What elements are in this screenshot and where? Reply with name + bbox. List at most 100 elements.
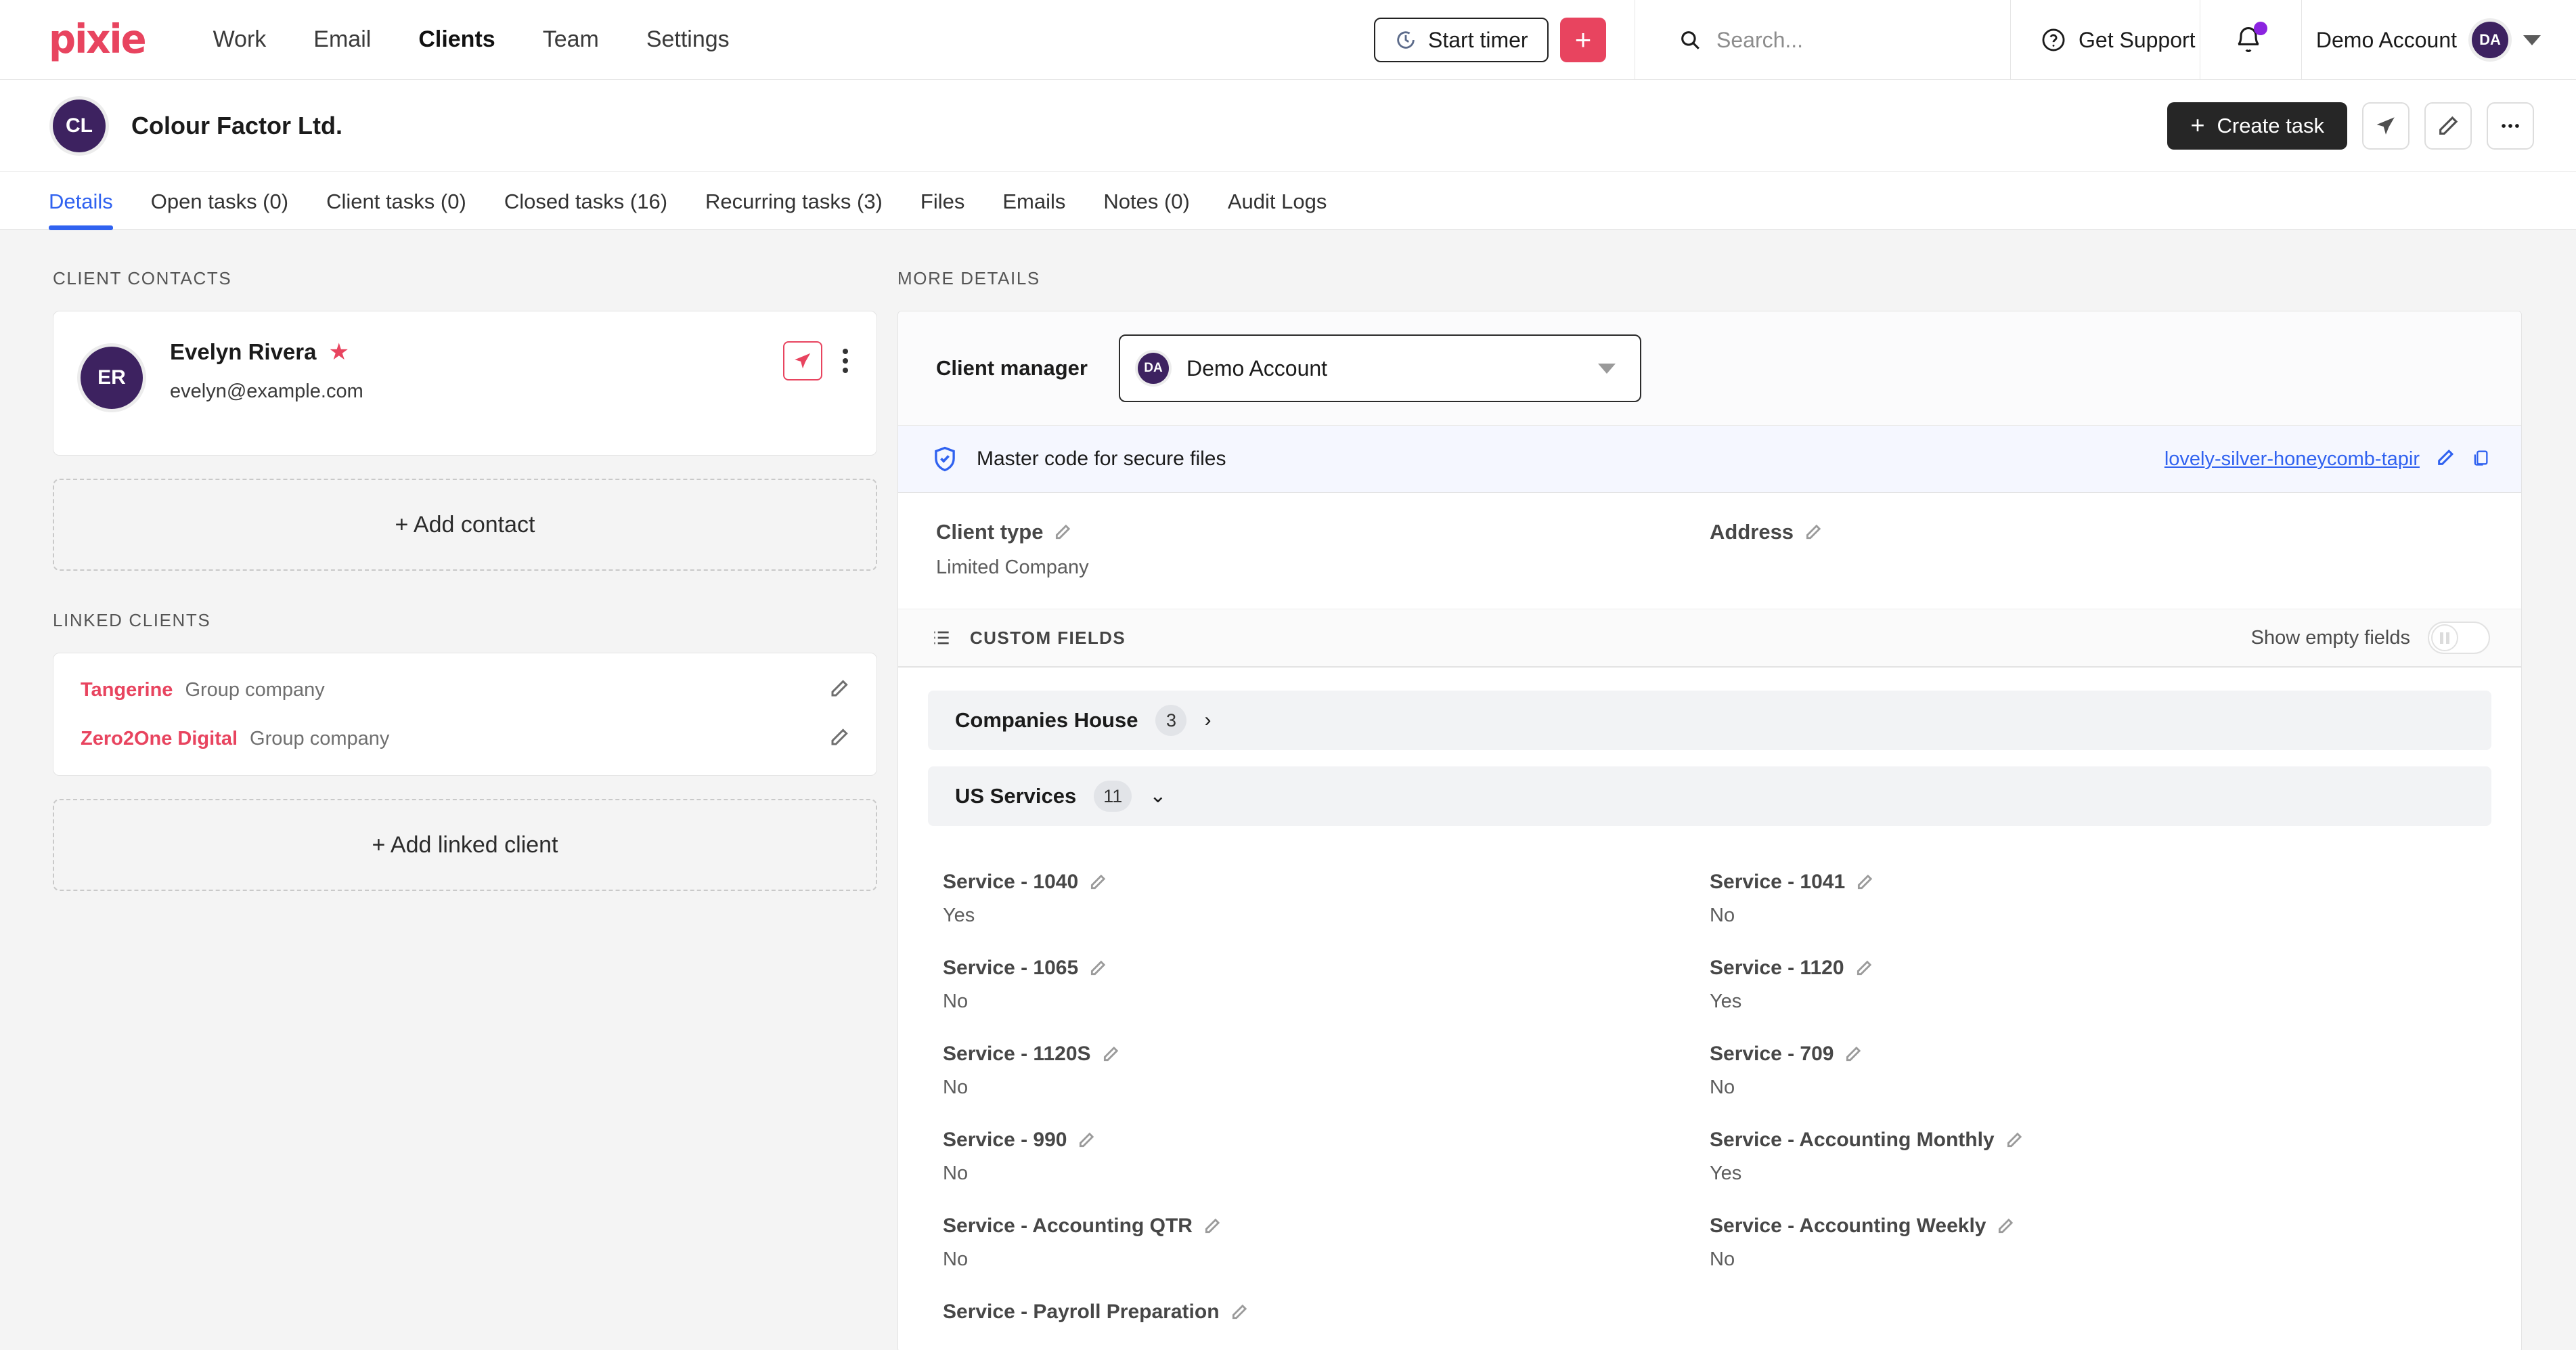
master-code-row: Master code for secure files lovely-silv… [898, 426, 2521, 493]
tab-emails[interactable]: Emails [983, 190, 1084, 229]
more-options-button[interactable] [2487, 102, 2534, 150]
start-timer-label: Start timer [1428, 27, 1528, 52]
field-value: No [1710, 1248, 1735, 1270]
edit-field-button[interactable] [1855, 959, 1873, 977]
tab-client-tasks[interactable]: Client tasks (0) [307, 190, 485, 229]
tab-closed-tasks[interactable]: Closed tasks (16) [485, 190, 686, 229]
linked-client-type: Group company [185, 678, 325, 701]
client-contacts-heading: CLIENT CONTACTS [53, 268, 232, 288]
avatar: DA [2472, 22, 2508, 58]
custom-fields-bar: CUSTOM FIELDS Show empty fields [898, 609, 2521, 668]
field-label: Service - 1120 [1710, 957, 1844, 979]
edit-linked-client-button[interactable] [829, 727, 849, 751]
chevron-down-icon [2523, 35, 2541, 45]
address-label-row: Address [1710, 520, 2483, 544]
master-code-value[interactable]: lovely-silver-honeycomb-tapir [2164, 448, 2420, 471]
edit-address-button[interactable] [1804, 523, 1822, 541]
edit-client-button[interactable] [2424, 102, 2472, 150]
field-head: Service - Accounting Monthly [1710, 1129, 2477, 1152]
search-box[interactable]: Search... [1651, 0, 1803, 80]
custom-field: Service - Payroll Preparation [943, 1288, 1710, 1350]
tab-files[interactable]: Files [902, 190, 983, 229]
edit-master-code-button[interactable] [2436, 448, 2455, 471]
field-label: Service - Accounting QTR [943, 1215, 1193, 1237]
copy-master-code-button[interactable] [2471, 448, 2490, 471]
start-timer-button[interactable]: Start timer [1374, 18, 1549, 62]
edit-field-button[interactable] [1203, 1217, 1221, 1235]
edit-field-button[interactable] [1997, 1217, 2014, 1235]
notifications-button[interactable] [2234, 0, 2267, 80]
field-label: Service - 990 [943, 1129, 1067, 1151]
list-item: Tangerine Group company [81, 666, 849, 714]
field-label: Service - Payroll Preparation [943, 1301, 1220, 1323]
toggle-knob [2431, 624, 2458, 651]
pencil-icon [1232, 1304, 1247, 1320]
pencil-icon [2439, 116, 2458, 135]
linked-clients-heading: LINKED CLIENTS [53, 610, 211, 630]
pixie-logo[interactable]: pixie [49, 16, 147, 62]
pencil-icon [1091, 874, 1106, 890]
edit-client-type-button[interactable] [1054, 523, 1071, 541]
list-icon [934, 631, 949, 645]
dot [843, 358, 848, 364]
custom-field: Service - 1120S No [943, 1030, 1710, 1116]
dot [843, 368, 848, 373]
nav-link-team[interactable]: Team [543, 26, 599, 53]
edit-field-button[interactable] [2005, 1131, 2023, 1149]
create-task-button[interactable]: + Create task [2167, 102, 2347, 150]
contact-name: Evelyn Rivera [170, 339, 317, 364]
us-services-fields-grid: Service - 1040 Yes Service - 1041 No Ser… [928, 842, 2491, 1350]
contact-send-email-button[interactable] [783, 341, 822, 380]
edit-field-button[interactable] [1089, 959, 1107, 977]
get-support-button[interactable]: Get Support [2041, 0, 2196, 80]
nav-link-work[interactable]: Work [213, 26, 267, 53]
edit-field-button[interactable] [1230, 1303, 1248, 1321]
custom-fields-label: CUSTOM FIELDS [970, 627, 1126, 648]
edit-field-button[interactable] [1856, 873, 1873, 891]
send-message-button[interactable] [2362, 102, 2410, 150]
nav-divider-2 [2010, 0, 2011, 80]
account-menu[interactable]: Demo Account DA [2316, 0, 2541, 80]
tab-recurring-tasks[interactable]: Recurring tasks (3) [686, 190, 902, 229]
tab-details[interactable]: Details [49, 190, 132, 230]
add-contact-button[interactable]: + Add contact [53, 479, 877, 571]
edit-field-button[interactable] [1089, 873, 1107, 891]
linked-clients-card: Tangerine Group company Zero2One Digital… [53, 653, 877, 776]
edit-linked-client-button[interactable] [829, 678, 849, 702]
linked-client-name[interactable]: Zero2One Digital [81, 728, 238, 750]
custom-field: Service - 1120 Yes [1710, 944, 2477, 1030]
edit-field-button[interactable] [1844, 1045, 1862, 1063]
address-field: Address [1710, 520, 2483, 579]
pencil-icon [1080, 1132, 1094, 1148]
tab-audit-logs[interactable]: Audit Logs [1209, 190, 1346, 229]
custom-field-group-us-services[interactable]: US Services 11 ⌄ [928, 766, 2491, 826]
master-code-label: Master code for secure files [977, 448, 1226, 470]
page-content: CLIENT CONTACTS ER Evelyn Rivera ★ evely… [0, 230, 2576, 1350]
client-manager-select[interactable]: DA Demo Account [1118, 334, 1641, 402]
nav-link-email[interactable]: Email [313, 26, 371, 53]
group-count-badge: 11 [1094, 781, 1132, 812]
create-task-label: Create task [2217, 113, 2324, 137]
contact-actions [783, 341, 852, 380]
linked-client-name[interactable]: Tangerine [81, 679, 173, 701]
page-title: Colour Factor Ltd. [131, 111, 342, 139]
edit-field-button[interactable] [1102, 1045, 1119, 1063]
field-value: Yes [943, 905, 975, 926]
tab-notes[interactable]: Notes (0) [1084, 190, 1208, 229]
field-head: Service - 1040 [943, 871, 1710, 894]
field-label: Service - 1040 [943, 871, 1079, 893]
show-empty-fields-toggle[interactable] [2428, 622, 2490, 654]
field-value: Yes [1710, 990, 1742, 1012]
nav-link-settings[interactable]: Settings [646, 26, 730, 53]
add-linked-client-button[interactable]: + Add linked client [53, 799, 877, 891]
quick-add-button[interactable]: + [1560, 18, 1606, 62]
edit-field-button[interactable] [1078, 1131, 1095, 1149]
field-label: Service - 1041 [1710, 871, 1846, 893]
nav-link-clients[interactable]: Clients [418, 26, 495, 53]
field-label: Service - 1120S [943, 1043, 1091, 1065]
primary-star-icon[interactable]: ★ [328, 339, 349, 366]
tab-open-tasks[interactable]: Open tasks (0) [132, 190, 307, 229]
custom-field-group-companies-house[interactable]: Companies House 3 › [928, 691, 2491, 750]
contact-more-button[interactable] [839, 345, 852, 377]
custom-field: Service - 1041 No [1710, 858, 2477, 944]
